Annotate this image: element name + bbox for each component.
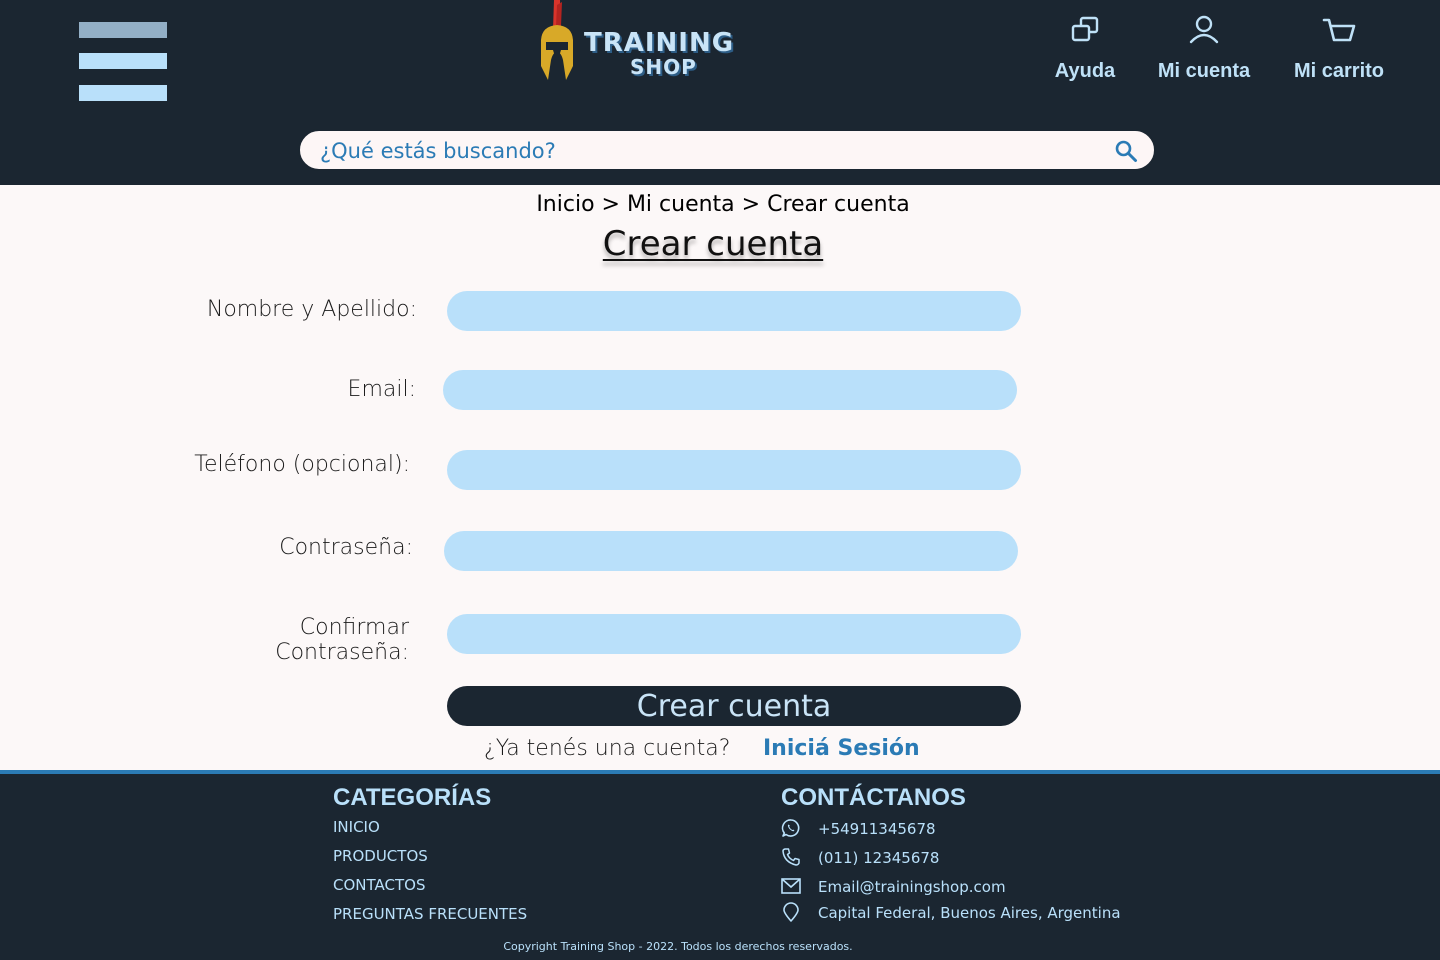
hamburger-menu-button[interactable] <box>79 22 167 101</box>
contact-email-text: Email@trainingshop.com <box>818 878 1006 896</box>
iniciar-sesion-link[interactable]: Iniciá Sesión <box>763 736 920 761</box>
nav-mi-cuenta-label: Mi cuenta <box>1157 60 1251 82</box>
categories-heading: CATEGORÍAS <box>333 784 492 811</box>
nav-mi-carrito[interactable]: Mi carrito <box>1286 12 1392 83</box>
search-bar <box>298 129 1156 171</box>
label-email: Email: <box>347 377 416 402</box>
logo-text-shop: SHOP <box>630 55 697 79</box>
footer-link-inicio[interactable]: INICIO <box>333 818 380 836</box>
contact-heading: CONTÁCTANOS <box>781 784 966 811</box>
page-title: Crear cuenta <box>602 224 824 264</box>
label-confirmar-contrasena: Confirmar Contraseña: <box>275 615 409 665</box>
logo-text-training: TRAINING <box>584 28 735 58</box>
help-windows-icon <box>1071 16 1099 42</box>
location-pin-icon <box>783 902 799 922</box>
nav-mi-cuenta[interactable]: Mi cuenta <box>1150 12 1258 83</box>
training-shop-logo[interactable]: TRAINING SHOP <box>534 0 749 92</box>
search-icon[interactable] <box>1114 139 1138 163</box>
menu-bar <box>79 85 167 101</box>
telefono-field[interactable] <box>447 450 1021 490</box>
menu-bar <box>79 53 167 69</box>
phone-icon <box>782 848 800 866</box>
label-contrasena: Contraseña: <box>279 535 413 560</box>
mail-icon <box>781 878 801 894</box>
contact-phone-text: (011) 12345678 <box>818 849 940 867</box>
footer-link-preguntas-frecuentes[interactable]: PREGUNTAS FRECUENTES <box>333 905 527 923</box>
nombre-apellido-field[interactable] <box>447 291 1021 331</box>
cart-icon <box>1322 18 1356 42</box>
contrasena-field[interactable] <box>444 531 1018 571</box>
nav-ayuda[interactable]: Ayuda <box>1050 12 1120 83</box>
footer-link-productos[interactable]: PRODUCTOS <box>333 847 428 865</box>
footer-link-contactos[interactable]: CONTACTOS <box>333 876 425 894</box>
confirmar-contrasena-field[interactable] <box>447 614 1021 654</box>
search-input[interactable] <box>320 137 1100 165</box>
contact-location-text: Capital Federal, Buenos Aires, Argentina <box>818 904 1121 922</box>
header: TRAINING SHOP Ayuda Mi cuenta Mi carrito <box>0 0 1440 185</box>
label-nombre: Nombre y Apellido: <box>206 297 417 322</box>
crear-cuenta-button[interactable]: Crear cuenta <box>447 686 1021 726</box>
nav-ayuda-label: Ayuda <box>1054 60 1116 82</box>
whatsapp-icon <box>781 819 800 837</box>
breadcrumb: Inicio > Mi cuenta > Crear cuenta <box>536 192 910 217</box>
contact-whatsapp-text: +54911345678 <box>818 820 936 838</box>
copyright-text: Copyright Training Shop - 2022. Todos lo… <box>503 940 853 953</box>
label-telefono: Teléfono (opcional): <box>194 452 410 477</box>
already-account-text: ¿Ya tenés una cuenta? <box>484 736 731 761</box>
nav-mi-carrito-label: Mi carrito <box>1293 60 1385 82</box>
email-field[interactable] <box>443 370 1017 410</box>
footer: CATEGORÍAS INICIO PRODUCTOS CONTACTOS PR… <box>0 770 1440 960</box>
spartan-helmet-icon <box>541 0 573 80</box>
user-icon <box>1189 15 1219 44</box>
menu-bar <box>79 22 167 38</box>
